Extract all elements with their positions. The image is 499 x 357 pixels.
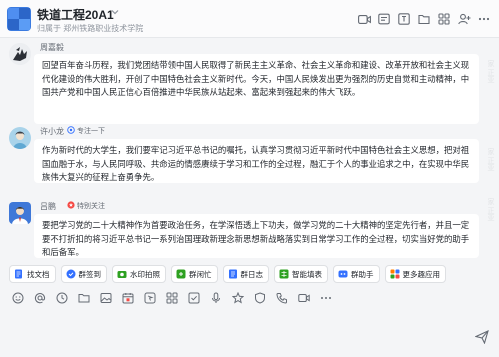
image-icon[interactable] [100, 292, 112, 304]
group-log-button[interactable]: 群日志 [222, 265, 269, 283]
group-log-label: 群日志 [240, 269, 264, 279]
more-icon[interactable] [320, 292, 332, 304]
status-tag: 特别关注 [67, 201, 105, 211]
watermark: 家 正亚 [487, 60, 494, 83]
star-icon[interactable] [232, 292, 244, 304]
group-subtitle: 归属于 郑州铁路职业技术学院 [37, 24, 144, 33]
more-apps-button[interactable]: 更多趣应用 [384, 265, 446, 283]
sender-name[interactable]: 周嘉毅 [40, 42, 64, 53]
message-input[interactable] [0, 309, 499, 357]
message-bubble[interactable]: 要把学习党的二十大精神作为首要政治任务，在学深悟透上下功夫，做学习党的二十大精神… [34, 214, 479, 258]
smart-form-label: 智能填表 [292, 269, 322, 279]
watermark: 家 正亚 [487, 148, 494, 171]
sender-name[interactable]: 许小龙 [40, 126, 64, 137]
group-checkin-label: 群签到 [78, 269, 102, 279]
checkin-icon [66, 269, 76, 279]
message-bubble[interactable]: 回望百年奋斗历程，我们党团结带领中国人民取得了新民主主义革命、社会主义革命和建设… [34, 54, 479, 124]
group-assistant-label: 群助手 [351, 269, 374, 279]
watermark-camera-button[interactable]: 水印拍照 [112, 265, 166, 283]
message-bubble[interactable]: 作为新时代的大学生，我们要牢记习近平总书记的嘱托，认真学习贯彻习近平新时代中国特… [34, 139, 479, 183]
at-icon[interactable] [34, 292, 46, 304]
more-icon[interactable] [477, 12, 491, 26]
group-assistant-button[interactable]: 群助手 [333, 265, 380, 283]
mic-icon[interactable] [210, 292, 222, 304]
add-member-icon[interactable] [457, 12, 471, 26]
apps-icon [390, 269, 400, 279]
pin-icon[interactable] [397, 12, 411, 26]
clock-icon[interactable] [56, 292, 68, 304]
special-follow-icon [67, 201, 75, 211]
assistant-icon [338, 269, 348, 279]
video-call-icon[interactable] [298, 292, 310, 304]
input-toolbar [0, 289, 499, 307]
task-icon[interactable] [188, 292, 200, 304]
header-actions [357, 12, 491, 26]
avatar[interactable] [9, 127, 31, 149]
group-checkin-button[interactable]: 群签到 [60, 265, 107, 283]
avatar[interactable] [9, 202, 31, 224]
smart-form-button[interactable]: 智能填表 [274, 265, 328, 283]
grid-icon[interactable] [166, 292, 178, 304]
group-status-icon [176, 269, 186, 279]
group-title[interactable]: 铁道工程20A1 [37, 6, 114, 23]
emoji-icon[interactable] [12, 292, 24, 304]
more-apps-label: 更多趣应用 [402, 269, 441, 279]
doc-search-icon [14, 269, 24, 279]
chat-header: 铁道工程20A1 归属于 郑州铁路职业技术学院 [0, 0, 499, 38]
watermark: 家 正亚 [487, 198, 494, 221]
group-status-label: 群闲忙 [189, 269, 212, 279]
camera-icon [117, 269, 127, 279]
announcement-icon[interactable] [377, 12, 391, 26]
shield-icon[interactable] [254, 292, 266, 304]
calendar-icon[interactable] [122, 292, 134, 304]
quick-action-bar: 找文档 群签到 水印拍照 群闲忙 群日志 智能填表 群助手 更多趣应用 [0, 262, 499, 286]
watermark-camera-label: 水印拍照 [130, 269, 160, 279]
log-icon [228, 269, 238, 279]
phone-icon[interactable] [276, 292, 288, 304]
status-tag-label: 特别关注 [77, 203, 105, 210]
find-doc-label: 找文档 [27, 269, 50, 279]
grid-icon[interactable] [437, 12, 451, 26]
video-icon[interactable] [357, 12, 371, 26]
group-status-button[interactable]: 群闲忙 [171, 265, 218, 283]
files-icon[interactable] [417, 12, 431, 26]
status-tag-label: 专注一下 [77, 128, 105, 135]
group-avatar[interactable] [7, 7, 31, 31]
find-doc-button[interactable]: 找文档 [9, 265, 56, 283]
ding-icon[interactable] [144, 292, 156, 304]
chevron-down-icon[interactable] [111, 8, 119, 16]
sender-name[interactable]: 吕鹏 [40, 201, 56, 212]
form-icon [279, 269, 289, 279]
send-icon[interactable] [475, 330, 489, 344]
avatar[interactable] [9, 43, 31, 65]
status-tag: 专注一下 [67, 126, 105, 136]
focus-icon [67, 126, 75, 136]
folder-icon[interactable] [78, 292, 90, 304]
